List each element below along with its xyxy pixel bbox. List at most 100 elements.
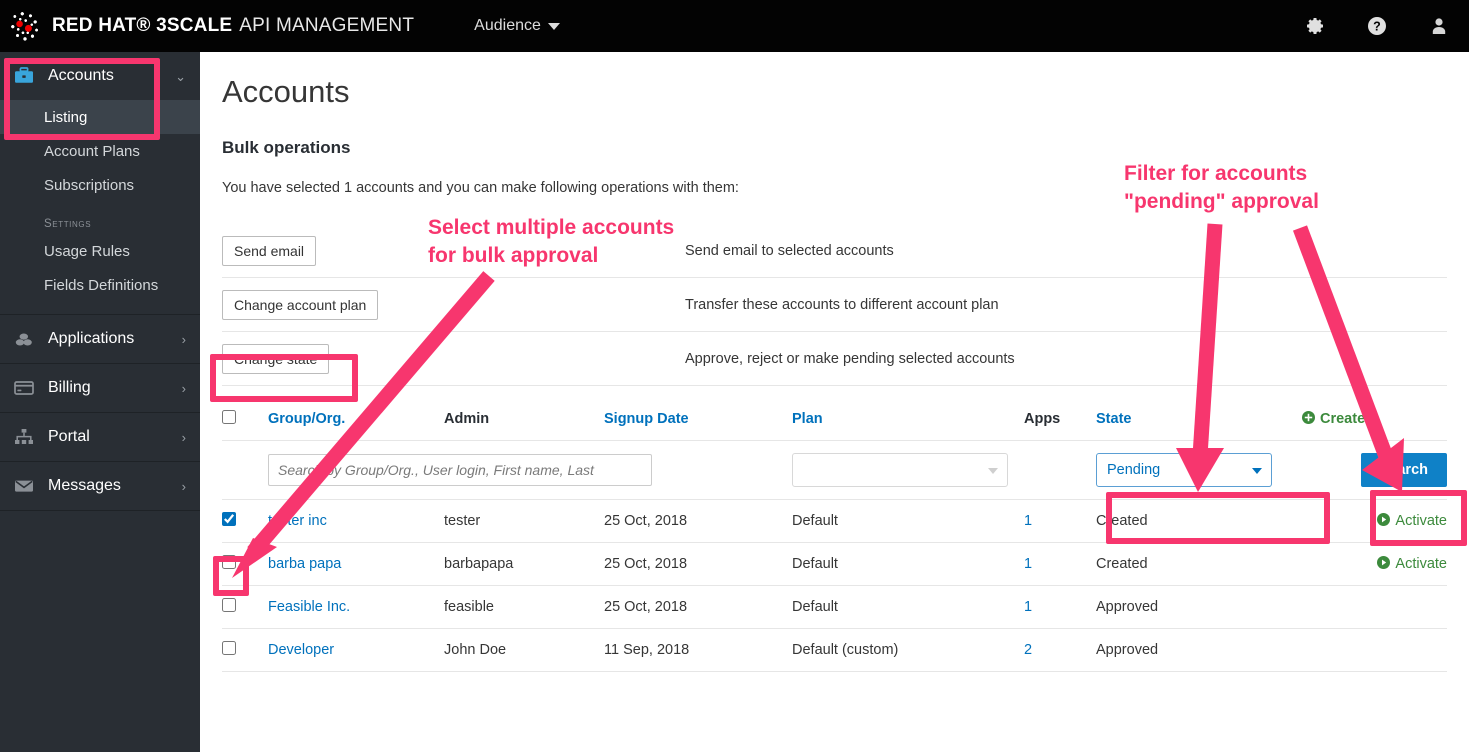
search-input[interactable] <box>268 454 652 486</box>
select-all-checkbox[interactable] <box>222 410 236 424</box>
sidebar-item-messages[interactable]: Messages › <box>0 462 200 510</box>
sidebar-section-settings: Settings <box>0 202 200 234</box>
change-account-plan-button[interactable]: Change account plan <box>222 290 378 320</box>
sidebar-item-account-plans-label: Account Plans <box>44 143 140 160</box>
sidebar-item-applications[interactable]: Applications › <box>0 315 200 363</box>
sidebar-navigation: Accounts ⌄ Listing Account Plans Subscri… <box>0 52 200 752</box>
account-link[interactable]: tester inc <box>268 513 327 529</box>
sidebar-item-fields-definitions-label: Fields Definitions <box>44 277 158 294</box>
row-checkbox[interactable] <box>222 598 236 612</box>
sidebar-item-portal[interactable]: Portal › <box>0 413 200 461</box>
brand-secondary: API MANAGEMENT <box>239 15 414 37</box>
column-header-state[interactable]: State <box>1096 400 1302 441</box>
create-account-link[interactable]: Create <box>1302 411 1365 428</box>
row-state: Approved <box>1096 586 1302 629</box>
gear-icon[interactable] <box>1305 16 1325 36</box>
row-action <box>1302 586 1447 629</box>
bulk-operations-title: Bulk operations <box>222 138 1447 158</box>
envelope-icon <box>14 477 40 495</box>
sidebar-item-usage-rules[interactable]: Usage Rules <box>0 234 200 268</box>
apps-link[interactable]: 2 <box>1024 642 1032 658</box>
app-root: RED HAT® 3SCALE API MANAGEMENT Audience … <box>0 0 1469 752</box>
sidebar-item-listing-label: Listing <box>44 109 87 126</box>
row-signup-date: 25 Oct, 2018 <box>604 500 792 543</box>
row-signup-date: 25 Oct, 2018 <box>604 586 792 629</box>
change-state-button[interactable]: Change state <box>222 344 329 374</box>
page-title: Accounts <box>222 74 1447 110</box>
accounts-table-head: Group/Org. Admin Signup Date Plan Apps S… <box>222 400 1447 441</box>
sidebar-item-accounts[interactable]: Accounts ⌄ <box>0 52 200 100</box>
accounts-table-header-row: Group/Org. Admin Signup Date Plan Apps S… <box>222 400 1447 441</box>
row-apps: 1 <box>1024 500 1096 543</box>
bulk-operations-helper-text: You have selected 1 accounts and you can… <box>222 180 1447 196</box>
sidebar-item-billing[interactable]: Billing › <box>0 364 200 412</box>
audience-dropdown[interactable]: Audience <box>474 17 560 35</box>
row-action: Activate <box>1302 543 1447 586</box>
sidebar-item-accounts-label: Accounts <box>48 67 114 85</box>
send-email-button[interactable]: Send email <box>222 236 316 266</box>
plus-circle-icon <box>1302 411 1315 428</box>
chevron-down-icon: ⌄ <box>175 70 186 83</box>
activate-label: Activate <box>1395 556 1447 572</box>
row-signup-date: 11 Sep, 2018 <box>604 629 792 672</box>
play-circle-icon <box>1377 513 1390 530</box>
row-plan: Default <box>792 543 1024 586</box>
apps-link[interactable]: 1 <box>1024 599 1032 615</box>
sidebar-item-portal-label: Portal <box>48 428 90 446</box>
accounts-table: Group/Org. Admin Signup Date Plan Apps S… <box>222 400 1447 672</box>
sidebar-item-account-plans[interactable]: Account Plans <box>0 134 200 168</box>
apps-link[interactable]: 1 <box>1024 513 1032 529</box>
filter-cell-search-button: Search <box>1302 441 1447 500</box>
row-state: Created <box>1096 500 1302 543</box>
help-icon[interactable]: ? <box>1367 16 1387 36</box>
filter-cell-empty <box>222 441 268 500</box>
state-filter-select[interactable]: Pending <box>1096 453 1272 487</box>
account-link[interactable]: Feasible Inc. <box>268 599 350 615</box>
row-checkbox[interactable] <box>222 512 236 526</box>
main-content: Accounts Bulk operations You have select… <box>200 52 1469 752</box>
send-email-description: Send email to selected accounts <box>685 243 1447 259</box>
svg-text:?: ? <box>1373 20 1381 34</box>
search-button[interactable]: Search <box>1361 453 1447 487</box>
filter-cell-search <box>268 441 792 500</box>
activate-link[interactable]: Activate <box>1377 513 1447 530</box>
row-group: barba papa <box>268 543 444 586</box>
sidebar-item-listing[interactable]: Listing <box>0 100 200 134</box>
brand-primary: RED HAT® 3SCALE <box>52 15 232 37</box>
filter-cell-state: Pending <box>1096 441 1302 500</box>
filter-cell-apps <box>1024 441 1096 500</box>
user-icon[interactable] <box>1429 16 1449 36</box>
sidebar-item-applications-label: Applications <box>48 330 134 348</box>
row-admin: tester <box>444 500 604 543</box>
table-row: Developer John Doe 11 Sep, 2018 Default … <box>222 629 1447 672</box>
sidebar-group-accounts: Accounts ⌄ Listing Account Plans Subscri… <box>0 52 200 315</box>
plan-filter-select[interactable] <box>792 453 1008 487</box>
sidebar-item-fields-definitions[interactable]: Fields Definitions <box>0 268 200 302</box>
column-header-plan[interactable]: Plan <box>792 400 1024 441</box>
row-checkbox[interactable] <box>222 555 236 569</box>
account-link[interactable]: Developer <box>268 642 334 658</box>
row-checkbox[interactable] <box>222 641 236 655</box>
row-apps: 1 <box>1024 586 1096 629</box>
table-row: barba papa barbapapa 25 Oct, 2018 Defaul… <box>222 543 1447 586</box>
row-group: Feasible Inc. <box>268 586 444 629</box>
column-header-apps: Apps <box>1024 400 1096 441</box>
chevron-right-icon: › <box>182 480 186 493</box>
column-header-group-org[interactable]: Group/Org. <box>268 400 444 441</box>
state-filter-value: Pending <box>1107 462 1160 478</box>
credit-card-icon <box>14 379 40 397</box>
column-header-signup-date[interactable]: Signup Date <box>604 400 792 441</box>
sidebar-item-subscriptions[interactable]: Subscriptions <box>0 168 200 202</box>
account-link[interactable]: barba papa <box>268 556 341 572</box>
row-group: Developer <box>268 629 444 672</box>
activate-link[interactable]: Activate <box>1377 556 1447 573</box>
change-state-description: Approve, reject or make pending selected… <box>685 351 1447 367</box>
create-label: Create <box>1320 411 1365 427</box>
apps-link[interactable]: 1 <box>1024 556 1032 572</box>
audience-label: Audience <box>474 17 541 35</box>
brand-title: RED HAT® 3SCALE API MANAGEMENT <box>52 15 414 37</box>
table-row: Feasible Inc. feasible 25 Oct, 2018 Defa… <box>222 586 1447 629</box>
accounts-table-body: Pending Search tester inc tester 25 Oct,… <box>222 441 1447 672</box>
sidebar-item-usage-rules-label: Usage Rules <box>44 243 130 260</box>
chevron-right-icon: › <box>182 382 186 395</box>
